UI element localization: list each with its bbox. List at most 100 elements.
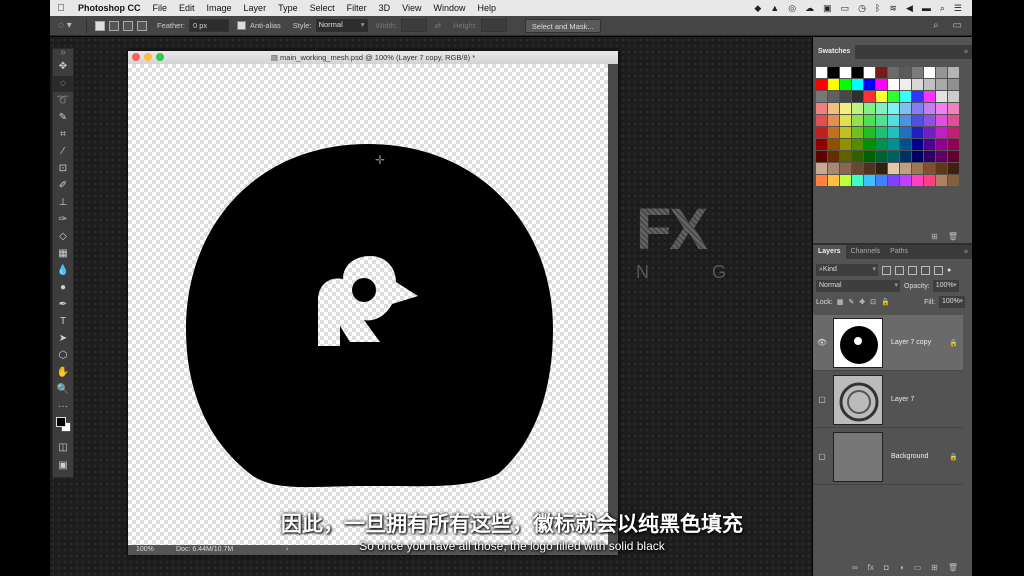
color-swatch[interactable]: [840, 115, 851, 126]
display-icon[interactable]: ▭: [841, 3, 850, 14]
color-swatch[interactable]: [876, 91, 887, 102]
color-swatch[interactable]: [936, 79, 947, 90]
hand-tool-icon[interactable]: ✋: [53, 365, 73, 381]
color-swatch[interactable]: [852, 163, 863, 174]
blur-tool-icon[interactable]: 💧: [53, 263, 73, 279]
color-swatch[interactable]: [888, 115, 899, 126]
color-swatch[interactable]: [852, 115, 863, 126]
color-swatch[interactable]: [900, 151, 911, 162]
lock-all-icon[interactable]: 🔒: [881, 298, 890, 306]
color-swatch[interactable]: [900, 175, 911, 186]
color-swatch[interactable]: [936, 67, 947, 78]
cloud-icon[interactable]: ☁: [805, 3, 814, 14]
color-swatch[interactable]: [816, 91, 827, 102]
workspace-icon[interactable]: ▭: [953, 20, 962, 31]
filter-toggle-icon[interactable]: ●: [947, 267, 951, 274]
color-swatch[interactable]: [888, 91, 899, 102]
menu-3d[interactable]: 3D: [373, 3, 397, 13]
new-layer-icon[interactable]: ⊞: [931, 563, 938, 572]
color-swatch[interactable]: [912, 115, 923, 126]
bluetooth-icon[interactable]: ᛒ: [875, 3, 880, 14]
swap-icon[interactable]: ⇄: [435, 21, 441, 30]
tab-layers[interactable]: Layers: [813, 245, 846, 259]
color-swatch[interactable]: [912, 139, 923, 150]
fill-input[interactable]: 100%: [939, 296, 965, 308]
layer-row[interactable]: ▢ Background 🔒: [813, 429, 963, 485]
color-swatch[interactable]: [840, 67, 851, 78]
tab-swatches[interactable]: Swatches: [813, 45, 856, 59]
color-swatch[interactable]: [912, 127, 923, 138]
close-window-button[interactable]: [132, 53, 140, 61]
color-swatch[interactable]: [876, 115, 887, 126]
toolbar-grip[interactable]: »: [53, 48, 73, 58]
volume-icon[interactable]: ◀: [906, 3, 913, 14]
layer-name[interactable]: Layer 7 copy: [891, 339, 949, 346]
search-icon[interactable]: ⌕: [940, 3, 945, 14]
color-swatch[interactable]: [912, 175, 923, 186]
color-swatch[interactable]: [840, 139, 851, 150]
color-swatch[interactable]: [924, 151, 935, 162]
history-brush-tool-icon[interactable]: ✑: [53, 212, 73, 228]
color-swatch[interactable]: [864, 139, 875, 150]
more-tools-icon[interactable]: ···: [53, 399, 73, 415]
color-swatch[interactable]: [816, 127, 827, 138]
color-swatch[interactable]: [816, 67, 827, 78]
tab-paths[interactable]: Paths: [885, 245, 913, 259]
color-swatch[interactable]: [948, 91, 959, 102]
color-swatch[interactable]: [828, 79, 839, 90]
color-swatch[interactable]: [888, 127, 899, 138]
color-swatch[interactable]: [852, 103, 863, 114]
battery-icon[interactable]: ▬: [922, 3, 931, 14]
color-swatch[interactable]: [936, 127, 947, 138]
intersect-selection-mode-button[interactable]: [137, 20, 147, 31]
color-swatch[interactable]: [852, 175, 863, 186]
lock-artboard-icon[interactable]: ⊡: [870, 298, 876, 306]
blend-mode-select[interactable]: Normal: [816, 280, 900, 292]
color-swatch[interactable]: [924, 139, 935, 150]
document-canvas[interactable]: ✛: [128, 64, 608, 545]
eye-icon[interactable]: 👁: [813, 338, 831, 347]
color-swatch[interactable]: [900, 163, 911, 174]
shape-tool-icon[interactable]: ⬡: [53, 348, 73, 364]
layer-row[interactable]: ▢ Layer 7: [813, 372, 963, 428]
pen-tool-icon[interactable]: ✒: [53, 297, 73, 313]
document-titlebar[interactable]: ▤ main_working_mesh.psd @ 100% (Layer 7 …: [128, 51, 618, 64]
menu-file[interactable]: File: [147, 3, 174, 13]
color-swatch[interactable]: [840, 103, 851, 114]
color-swatch[interactable]: [888, 67, 899, 78]
camera-icon[interactable]: ▣: [823, 3, 832, 14]
color-swatch[interactable]: [840, 91, 851, 102]
clock-icon[interactable]: ◷: [858, 3, 866, 14]
shape-filter-icon[interactable]: [921, 265, 930, 275]
color-swatch[interactable]: [828, 103, 839, 114]
eye-hidden-slot[interactable]: ▢: [813, 395, 831, 404]
screen-mode-icon[interactable]: ▣: [53, 458, 73, 474]
color-swatch[interactable]: [924, 163, 935, 174]
color-swatch[interactable]: [888, 103, 899, 114]
color-swatch[interactable]: [828, 91, 839, 102]
color-swatch[interactable]: [936, 91, 947, 102]
zoom-tool-icon[interactable]: 🔍: [53, 382, 73, 398]
color-swatch[interactable]: [912, 79, 923, 90]
menu-select[interactable]: Select: [304, 3, 341, 13]
lasso-tool-icon[interactable]: ➰: [53, 93, 73, 109]
feather-input[interactable]: 0 px: [188, 19, 229, 32]
color-swatch[interactable]: [876, 79, 887, 90]
vertical-scrollbar[interactable]: [608, 64, 618, 545]
color-swatch[interactable]: [864, 175, 875, 186]
color-swatch[interactable]: [888, 175, 899, 186]
fx-icon[interactable]: fx: [868, 563, 874, 572]
new-selection-mode-button[interactable]: [95, 20, 105, 31]
color-swatch[interactable]: [828, 115, 839, 126]
color-swatch[interactable]: [816, 115, 827, 126]
color-swatch[interactable]: [852, 127, 863, 138]
minimize-window-button[interactable]: [144, 53, 152, 61]
color-swatch[interactable]: [876, 127, 887, 138]
color-swatch[interactable]: [936, 151, 947, 162]
color-swatch[interactable]: [912, 91, 923, 102]
trash-icon[interactable]: 🗑: [948, 563, 958, 572]
color-swatch[interactable]: [840, 175, 851, 186]
wifi-icon[interactable]: ≋: [889, 3, 897, 14]
color-swatch[interactable]: [900, 67, 911, 78]
stamp-tool-icon[interactable]: ⊥: [53, 195, 73, 211]
